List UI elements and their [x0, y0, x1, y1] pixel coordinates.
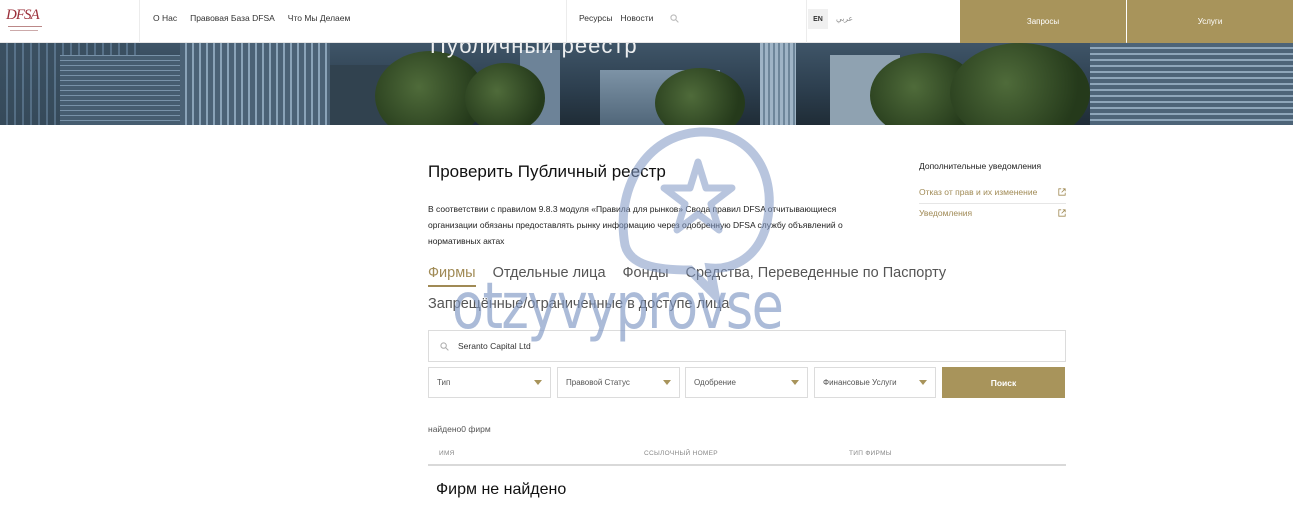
column-name[interactable]: имя	[439, 450, 455, 457]
legal-status-select[interactable]: Правовой Статус	[557, 367, 680, 398]
nav-what-we-do[interactable]: Что Мы Делаем	[288, 13, 351, 23]
search-icon[interactable]	[670, 13, 680, 23]
register-tabs: Фирмы Отдельные лица Фонды Средства, Пер…	[428, 265, 947, 287]
waivers-link-label: Отказ от прав и их изменение	[919, 187, 1038, 197]
secondary-nav: Ресурсы Новости	[579, 13, 680, 23]
tab-passported-funds[interactable]: Средства, Переведенные по Паспорту	[686, 265, 947, 281]
financial-services-select-label: Финансовые Услуги	[823, 378, 897, 387]
notifications-link[interactable]: Уведомления	[919, 208, 1066, 224]
main-nav: О Нас Правовая База DFSA Что Мы Делаем	[153, 13, 350, 23]
search-button[interactable]: Поиск	[942, 367, 1065, 398]
requests-button[interactable]: Запросы	[960, 0, 1126, 43]
chevron-down-icon	[919, 380, 927, 385]
tab-individuals[interactable]: Отдельные лица	[493, 265, 606, 281]
notifications-link-label: Уведомления	[919, 208, 973, 218]
search-input-value: Seranto Capital Ltd	[458, 341, 531, 351]
tab-firms[interactable]: Фирмы	[428, 265, 476, 287]
nav-news[interactable]: Новости	[621, 13, 654, 23]
chevron-down-icon	[791, 380, 799, 385]
nav-legal-framework[interactable]: Правовая База DFSA	[190, 13, 275, 23]
column-firm-type[interactable]: тип фирмы	[849, 450, 892, 457]
approval-select-label: Одобрение	[694, 378, 736, 387]
hero-title: Публичный реестр	[430, 43, 638, 58]
logo-wordmark: DFSA	[6, 7, 40, 23]
waivers-link[interactable]: Отказ от прав и их изменение	[919, 187, 1066, 204]
nav-about[interactable]: О Нас	[153, 13, 177, 23]
page-title: Проверить Публичный реестр	[428, 162, 666, 181]
legal-status-select-label: Правовой Статус	[566, 378, 630, 387]
search-input[interactable]: Seranto Capital Ltd	[428, 330, 1066, 362]
site-header: DFSA О Нас Правовая База DFSA Что Мы Дел…	[0, 0, 1293, 43]
type-select[interactable]: Тип	[428, 367, 551, 398]
language-en-button[interactable]: EN	[808, 9, 828, 29]
results-table-header: имя ссылочный номер тип фирмы	[428, 446, 1066, 466]
chevron-down-icon	[534, 380, 542, 385]
additional-notices-heading: Дополнительные уведомления	[919, 161, 1042, 171]
column-reference-number[interactable]: ссылочный номер	[644, 450, 718, 457]
dfsa-logo[interactable]: DFSA	[4, 6, 52, 36]
tab-funds[interactable]: Фонды	[623, 265, 669, 281]
tab-restricted-persons[interactable]: Запрещённые/ограниченные в доступе лица	[428, 296, 730, 312]
financial-services-select[interactable]: Финансовые Услуги	[814, 367, 936, 398]
external-link-icon	[1058, 188, 1066, 196]
services-button[interactable]: Услуги	[1127, 0, 1293, 43]
hero-banner: Публичный реестр	[0, 43, 1293, 125]
type-select-label: Тип	[437, 378, 451, 387]
external-link-icon	[1058, 209, 1066, 217]
page-description: В соответствии с правилом 9.8.3 модуля «…	[428, 204, 843, 246]
language-ar-button[interactable]: عربي	[836, 14, 853, 23]
nav-resources[interactable]: Ресурсы	[579, 13, 613, 23]
no-results-message: Фирм не найдено	[436, 481, 567, 498]
search-icon	[440, 341, 449, 351]
results-count: найдено0 фирм	[428, 424, 491, 434]
chevron-down-icon	[663, 380, 671, 385]
approval-select[interactable]: Одобрение	[685, 367, 808, 398]
